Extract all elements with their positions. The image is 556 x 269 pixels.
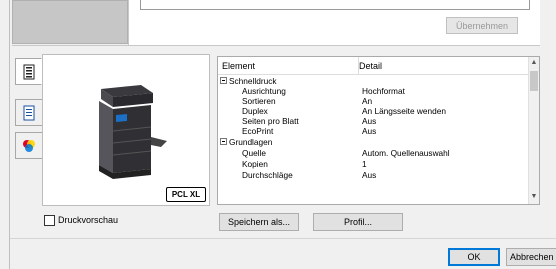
row-label: Ausrichtung	[242, 86, 286, 96]
row-label: Seiten pro Blatt	[242, 116, 299, 126]
group-row[interactable]: Schnelldruck	[218, 76, 528, 86]
footer-divider	[10, 238, 556, 239]
top-text-area	[140, 0, 530, 10]
top-preview-area	[12, 0, 128, 44]
save-as-button[interactable]: Speichern als...	[219, 213, 299, 231]
table-row[interactable]: Duplex An Längsseite wenden	[218, 106, 528, 116]
table-row[interactable]: Quelle Autom. Quellenauswahl	[218, 148, 528, 158]
print-preview-label: Druckvorschau	[58, 215, 119, 225]
table-row[interactable]: Durchschläge Aus	[218, 170, 528, 180]
row-value: Hochformat	[362, 86, 405, 96]
row-value: Aus	[362, 116, 377, 126]
pcl-badge: PCL XL	[166, 187, 206, 202]
column-header-detail[interactable]: Detail	[355, 57, 529, 75]
document-icon	[23, 105, 35, 120]
tab-printer-settings[interactable]	[15, 58, 42, 85]
printer-settings-icon	[23, 64, 34, 79]
row-value: Aus	[362, 170, 377, 180]
printer-preview	[42, 54, 210, 206]
row-value: 1	[362, 159, 367, 169]
profile-button[interactable]: Profil...	[313, 213, 403, 231]
group-row[interactable]: Grundlagen	[218, 137, 528, 147]
window-left-border	[9, 0, 10, 269]
table-row[interactable]: Kopien 1	[218, 159, 528, 169]
printer-image	[99, 85, 167, 179]
table-row[interactable]: Sortieren An	[218, 96, 528, 106]
scrollbar-thumb[interactable]	[530, 71, 538, 91]
row-value: An	[362, 96, 373, 106]
row-label: Quelle	[242, 148, 266, 158]
row-value: Aus	[362, 126, 377, 136]
table-row[interactable]: Seiten pro Blatt Aus	[218, 116, 528, 126]
tab-document[interactable]	[15, 99, 42, 126]
ok-button[interactable]: OK	[448, 248, 500, 266]
print-preview-checkbox[interactable]	[44, 215, 55, 226]
group-label: Schnelldruck	[229, 76, 277, 86]
table-row[interactable]: EcoPrint Aus	[218, 126, 528, 136]
row-value: An Längsseite wenden	[362, 106, 446, 116]
row-label: Sortieren	[242, 96, 276, 106]
row-label: Duplex	[242, 106, 268, 116]
apply-button[interactable]: Übernehmen	[446, 17, 518, 34]
scroll-up-icon[interactable]: ▲	[530, 59, 538, 66]
row-label: EcoPrint	[242, 126, 274, 136]
row-value: Autom. Quellenauswahl	[362, 148, 450, 158]
settings-table: Element Detail Schnelldruck Ausrichtung …	[217, 56, 540, 205]
column-header-element[interactable]: Element	[218, 57, 359, 75]
tab-color[interactable]	[15, 132, 42, 159]
group-label: Grundlagen	[229, 137, 273, 147]
section-divider	[12, 45, 540, 46]
collapse-icon[interactable]	[220, 138, 227, 145]
row-label: Kopien	[242, 159, 268, 169]
cancel-button[interactable]: Abbrechen	[506, 248, 556, 266]
color-icon	[23, 139, 35, 152]
collapse-icon[interactable]	[220, 77, 227, 84]
table-row[interactable]: Ausrichtung Hochformat	[218, 86, 528, 96]
scroll-down-icon[interactable]: ▼	[530, 193, 538, 200]
table-header: Element Detail	[218, 57, 528, 75]
row-label: Durchschläge	[242, 170, 293, 180]
